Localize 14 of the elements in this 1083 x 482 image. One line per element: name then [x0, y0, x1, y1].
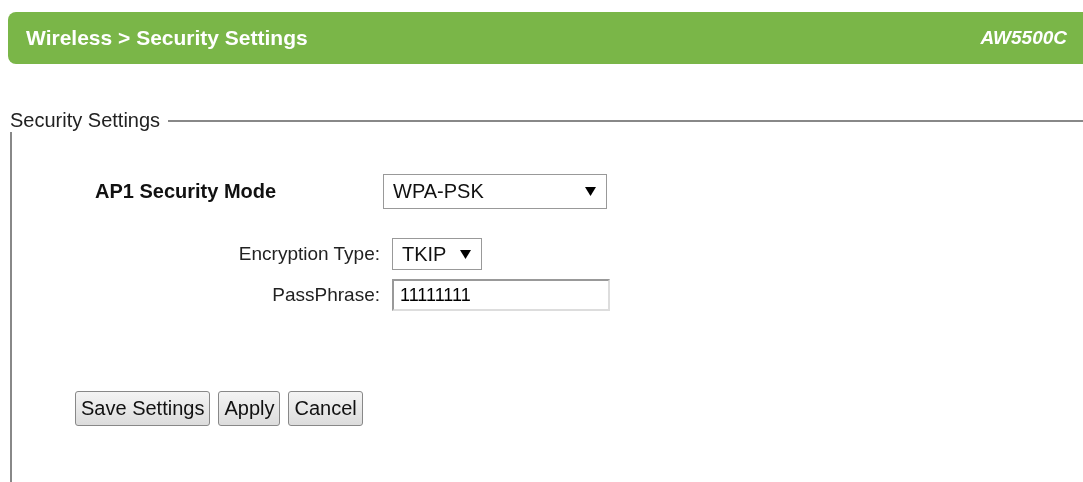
model-name: AW5500C [980, 27, 1067, 49]
action-button[interactable]: Apply [218, 391, 281, 426]
caret-icon [585, 187, 596, 196]
action-button[interactable]: Cancel [288, 391, 363, 426]
encryption-select[interactable]: TKIP [392, 238, 483, 270]
passphrase-field[interactable]: 11111111 [392, 279, 610, 311]
page-title: Wireless > Security Settings [26, 26, 308, 50]
field-label: Encryption Type: [237, 243, 380, 265]
security-mode-select[interactable]: WPA-PSK [383, 174, 607, 209]
field-label: AP1 Security Mode [94, 180, 278, 203]
section-legend: Security Settings [10, 109, 169, 132]
field-label: PassPhrase: [271, 284, 380, 306]
caret-icon [460, 249, 472, 259]
action-button[interactable]: Save Settings [75, 391, 211, 426]
